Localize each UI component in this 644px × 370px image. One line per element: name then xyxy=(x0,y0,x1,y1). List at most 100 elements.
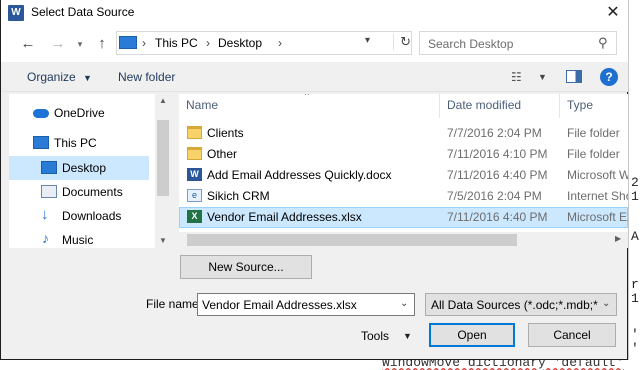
close-icon: ✕ xyxy=(606,4,620,21)
documents-icon xyxy=(41,185,57,198)
file-list: ^ Name Date modified Type Clients 7/7/20… xyxy=(179,94,628,248)
breadcrumb-desktop[interactable]: Desktop xyxy=(218,36,262,50)
dialog-title: Select Data Source xyxy=(31,5,135,19)
column-header-name[interactable]: Name xyxy=(186,98,218,112)
toolbar xyxy=(1,62,628,92)
bg-fragment: 1 xyxy=(631,291,639,306)
file-type: Internet Sho xyxy=(567,189,628,203)
refresh-icon[interactable]: ↻ xyxy=(393,34,411,50)
open-button[interactable]: Open xyxy=(429,323,515,347)
organize-label: Organize xyxy=(27,70,76,84)
word-doc-icon: W xyxy=(187,168,202,181)
scroll-up-icon[interactable]: ▲ xyxy=(159,96,167,105)
sidebar-item-label: OneDrive xyxy=(54,106,105,120)
navigation-pane: OneDrive This PC Desktop Documents ↓ Dow… xyxy=(9,94,171,248)
up-button[interactable]: ↑ xyxy=(93,35,111,53)
chevron-right-icon: › xyxy=(206,36,210,50)
close-button[interactable]: ✕ xyxy=(597,0,629,26)
file-row[interactable]: e Sikich CRM 7/5/2016 2:04 PM Internet S… xyxy=(179,186,628,207)
horizontal-scrollbar[interactable]: ▶ xyxy=(179,232,628,248)
new-source-button[interactable]: New Source... xyxy=(180,255,312,279)
tools-button[interactable]: Tools xyxy=(361,329,389,343)
bg-fragment: r xyxy=(631,277,639,292)
cancel-button[interactable]: Cancel xyxy=(528,323,616,347)
bg-fragment: 1 xyxy=(631,189,639,204)
sidebar-item-downloads[interactable]: ↓ Downloads xyxy=(9,204,149,228)
sidebar-item-music[interactable]: ♪ Music xyxy=(9,228,149,252)
sidebar-item-desktop[interactable]: Desktop xyxy=(9,156,149,180)
sidebar-item-onedrive[interactable]: OneDrive xyxy=(9,101,149,125)
file-date: 7/7/2016 2:04 PM xyxy=(447,126,542,140)
file-type-filter[interactable]: All Data Sources (*.odc;*.mdb;* ⌄ xyxy=(425,293,617,316)
file-row[interactable]: Other 7/11/2016 4:10 PM File folder xyxy=(179,144,628,165)
help-icon[interactable]: ? xyxy=(600,68,618,86)
sidebar-scrollbar[interactable]: ▲ ▼ xyxy=(155,94,171,248)
chevron-down-icon[interactable]: ⌄ xyxy=(400,298,408,309)
folder-icon xyxy=(187,147,202,160)
view-options-icon[interactable]: ☷ xyxy=(511,70,522,84)
bg-doc-bottom: WindowMove dictionary 'default' xyxy=(0,360,644,370)
chevron-down-icon: ▼ xyxy=(83,73,92,83)
word-icon: W xyxy=(8,5,24,21)
scrollbar-thumb[interactable] xyxy=(187,234,517,246)
file-name-label: File name: xyxy=(146,297,203,311)
filter-value: All Data Sources (*.odc;*.mdb;* xyxy=(431,298,598,312)
sidebar-item-label: Documents xyxy=(62,185,123,199)
sidebar-item-label: Downloads xyxy=(62,209,122,223)
file-row[interactable]: Clients 7/7/2016 2:04 PM File folder xyxy=(179,123,628,144)
search-input[interactable]: Search Desktop ⚲ xyxy=(419,31,617,55)
file-row[interactable]: W Add Email Addresses Quickly.docx 7/11/… xyxy=(179,165,628,186)
breadcrumb-this-pc[interactable]: This PC xyxy=(155,36,198,50)
column-divider xyxy=(439,94,440,118)
search-icon: ⚲ xyxy=(598,35,608,50)
folder-icon xyxy=(187,126,202,139)
file-type: Microsoft W xyxy=(567,168,628,182)
internet-shortcut-icon: e xyxy=(187,189,202,202)
file-name: Vendor Email Addresses.xlsx xyxy=(207,210,362,224)
file-name: Other xyxy=(207,147,238,161)
chevron-down-icon[interactable]: ▼ xyxy=(403,331,412,341)
file-name: Sikich CRM xyxy=(207,189,270,203)
sidebar-item-label: Music xyxy=(62,233,94,247)
new-folder-button[interactable]: New folder xyxy=(118,70,175,84)
file-date: 7/11/2016 4:40 PM xyxy=(447,168,548,182)
sort-indicator-icon: ^ xyxy=(305,94,310,100)
downloads-icon: ↓ xyxy=(41,206,49,223)
arrow-right-icon: → xyxy=(50,35,66,52)
forward-button[interactable]: → xyxy=(49,35,67,53)
scroll-right-icon[interactable]: ▶ xyxy=(615,234,621,243)
bg-fragment: A xyxy=(631,229,639,244)
file-date: 7/5/2016 2:04 PM xyxy=(447,189,542,203)
chevron-down-icon[interactable]: ▼ xyxy=(538,72,547,82)
search-placeholder: Search Desktop xyxy=(428,37,514,51)
computer-icon xyxy=(33,136,49,149)
organize-button[interactable]: Organize ▼ xyxy=(27,70,92,84)
address-bar[interactable]: › This PC › Desktop › ▾ ↻ xyxy=(116,31,412,55)
file-name-input[interactable]: Vendor Email Addresses.xlsx ⌄ xyxy=(197,293,415,316)
column-header-date[interactable]: Date modified xyxy=(447,98,521,112)
chevron-down-icon: ▾ xyxy=(77,39,83,49)
column-header-type[interactable]: Type xyxy=(567,98,593,112)
file-row-selected[interactable]: X Vendor Email Addresses.xlsx 7/11/2016 … xyxy=(179,207,628,228)
scroll-down-icon[interactable]: ▼ xyxy=(159,236,167,245)
file-name-value: Vendor Email Addresses.xlsx xyxy=(202,298,357,312)
sidebar-item-documents[interactable]: Documents xyxy=(9,180,149,204)
bg-fragment: ' xyxy=(631,327,639,342)
file-date: 7/11/2016 4:40 PM xyxy=(447,210,548,224)
computer-icon xyxy=(119,36,137,49)
file-type: File folder xyxy=(567,126,620,140)
file-name: Add Email Addresses Quickly.docx xyxy=(207,168,392,182)
file-type: File folder xyxy=(567,147,620,161)
address-dropdown-icon[interactable]: ▾ xyxy=(365,35,370,46)
sidebar-item-label: This PC xyxy=(54,136,97,150)
preview-pane-icon[interactable] xyxy=(566,70,582,83)
chevron-right-icon: › xyxy=(278,36,282,50)
chevron-right-icon: › xyxy=(142,36,146,50)
sidebar-item-label: Desktop xyxy=(62,161,107,175)
chevron-down-icon: ⌄ xyxy=(602,298,611,309)
bg-code-line: WindowMove dictionary 'default' xyxy=(382,360,624,370)
sidebar-item-this-pc[interactable]: This PC xyxy=(9,131,149,155)
back-button[interactable]: ← xyxy=(19,35,37,53)
recent-locations-button[interactable]: ▾ xyxy=(71,35,89,53)
scrollbar-thumb[interactable] xyxy=(157,120,169,196)
